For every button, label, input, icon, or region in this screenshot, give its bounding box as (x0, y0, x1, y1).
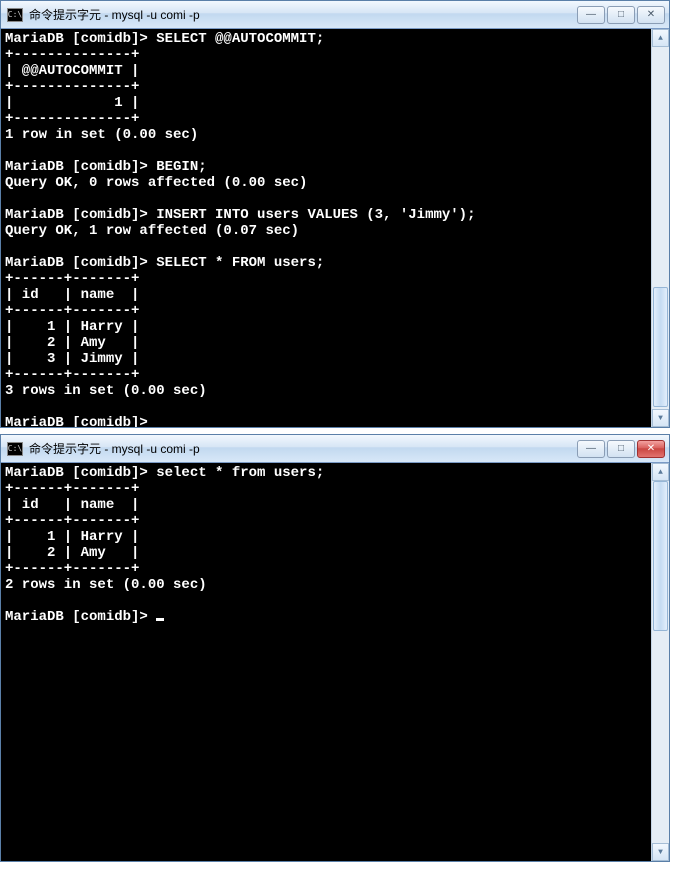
scrollbar-2: ▲ ▼ (651, 463, 669, 861)
minimize-button[interactable]: — (577, 6, 605, 24)
terminal-body-2: MariaDB [comidb]> select * from users; +… (1, 463, 669, 861)
maximize-button[interactable]: □ (607, 6, 635, 24)
window-title: 命令提示字元 - mysql -u comi -p (29, 440, 577, 457)
terminal-body-1: MariaDB [comidb]> SELECT @@AUTOCOMMIT; +… (1, 29, 669, 427)
scroll-down-button[interactable]: ▼ (652, 843, 669, 861)
scroll-up-button[interactable]: ▲ (652, 29, 669, 47)
terminal-window-1: C:\ 命令提示字元 - mysql -u comi -p — □ ✕ Mari… (0, 0, 670, 428)
close-button[interactable]: ✕ (637, 440, 665, 458)
titlebar-1[interactable]: C:\ 命令提示字元 - mysql -u comi -p — □ ✕ (1, 1, 669, 29)
cmd-icon: C:\ (7, 8, 23, 22)
terminal-output-2[interactable]: MariaDB [comidb]> select * from users; +… (1, 463, 651, 861)
cmd-icon: C:\ (7, 442, 23, 456)
scroll-track[interactable] (652, 47, 669, 409)
scroll-track[interactable] (652, 481, 669, 843)
window-title: 命令提示字元 - mysql -u comi -p (29, 6, 577, 23)
scroll-thumb[interactable] (653, 481, 668, 631)
scrollbar-1: ▲ ▼ (651, 29, 669, 427)
close-button[interactable]: ✕ (637, 6, 665, 24)
maximize-button[interactable]: □ (607, 440, 635, 458)
window-buttons: — □ ✕ (577, 6, 665, 24)
scroll-thumb[interactable] (653, 287, 668, 407)
scroll-down-button[interactable]: ▼ (652, 409, 669, 427)
scroll-up-button[interactable]: ▲ (652, 463, 669, 481)
window-buttons: — □ ✕ (577, 440, 665, 458)
terminal-window-2: C:\ 命令提示字元 - mysql -u comi -p — □ ✕ Mari… (0, 434, 670, 862)
terminal-output-1[interactable]: MariaDB [comidb]> SELECT @@AUTOCOMMIT; +… (1, 29, 651, 427)
cursor (156, 618, 164, 621)
minimize-button[interactable]: — (577, 440, 605, 458)
titlebar-2[interactable]: C:\ 命令提示字元 - mysql -u comi -p — □ ✕ (1, 435, 669, 463)
